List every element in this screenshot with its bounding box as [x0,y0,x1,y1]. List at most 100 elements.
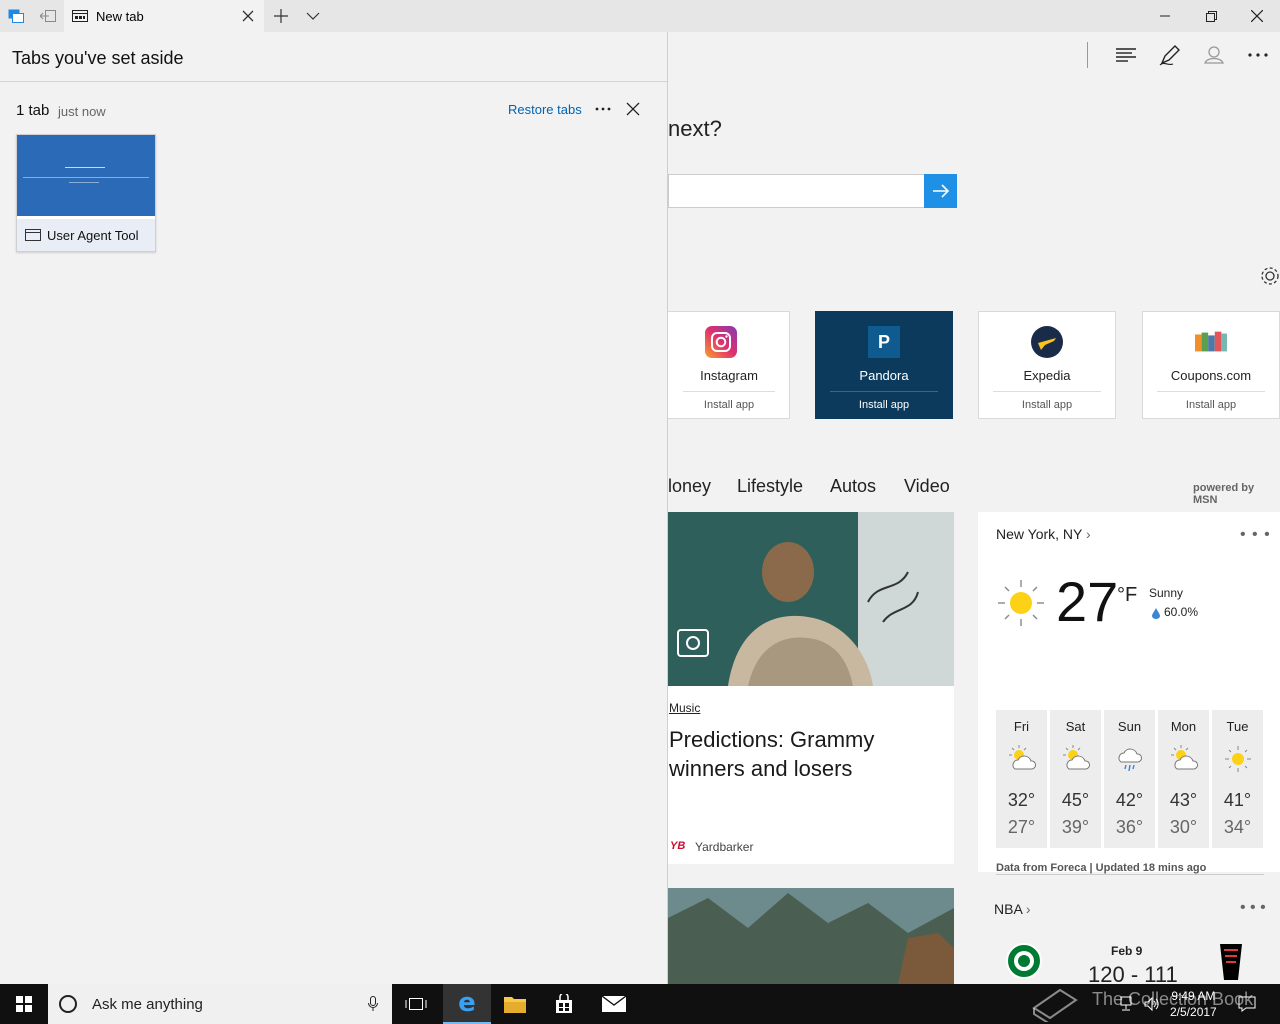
rain-icon [1115,744,1145,774]
taskbar: Ask me anything e The Collection Book 9:… [0,984,1280,1024]
install-app-link[interactable]: Install app [816,399,952,411]
nba-link[interactable]: NBA › [994,901,1031,917]
install-app-link[interactable]: Install app [1143,399,1279,411]
mail-icon[interactable] [590,984,638,1024]
divider [1157,391,1265,392]
day-name: Sun [1117,719,1142,734]
tab-thumbnail[interactable]: User Agent Tool [16,134,156,252]
close-window-icon[interactable] [1234,0,1280,32]
app-tile-instagram[interactable]: Instagram Install app [652,311,790,419]
tab-thumbnail-label: User Agent Tool [17,219,155,251]
divider [683,391,775,392]
news-headline[interactable]: Predictions: Grammy winners and losers [669,725,949,783]
edge-taskbar-icon[interactable]: e [443,984,491,1024]
partly-sunny-icon [1061,744,1091,774]
day-low: 27° [1007,817,1036,837]
weather-location-link[interactable]: New York, NY › [996,526,1091,542]
clock[interactable]: 9:49 AM 2/5/2017 [1170,988,1217,1020]
forecast-day: Tue 41° 34° [1212,710,1263,848]
title-bar: New tab [0,0,1280,32]
weather-unit: °F [1117,584,1138,606]
microphone-icon[interactable] [368,996,378,1012]
close-icon[interactable] [626,102,642,118]
app-tile-expedia[interactable]: Expedia Install app [978,311,1116,419]
hub-icon[interactable] [1113,42,1139,68]
clock-time: 9:49 AM [1171,989,1216,1003]
divider [996,874,1264,875]
day-name: Mon [1170,719,1197,734]
install-app-link[interactable]: Install app [979,399,1115,411]
restore-window-icon[interactable] [1188,0,1234,32]
forecast-day: Sun 42° 36° [1104,710,1155,848]
partly-sunny-icon [1007,744,1037,774]
sun-icon [996,578,1046,628]
tabs-aside-panel: Tabs you've set aside 1 tab just now Res… [0,32,668,984]
file-explorer-icon[interactable] [491,984,539,1024]
tab-title: New tab [96,8,144,24]
divider [993,391,1101,392]
more-options-icon[interactable] [594,98,612,120]
store-icon[interactable] [540,984,588,1024]
day-low: 39° [1061,817,1090,837]
app-name: Instagram [700,368,758,383]
clock-date: 2/5/2017 [1170,1005,1217,1019]
category-lifestyle[interactable]: Lifestyle [737,476,803,497]
chevron-down-icon[interactable] [300,0,326,32]
news-image [668,512,954,686]
close-icon[interactable] [240,8,256,24]
tab-page-icon [72,10,88,22]
set-tabs-aside-icon[interactable] [32,0,64,32]
day-high: 32° [1007,790,1036,810]
day-high: 45° [1061,790,1090,810]
powered-by-label: powered by MSN [1193,482,1255,506]
cortana-placeholder: Ask me anything [92,995,203,1013]
news-category-link[interactable]: Music [669,701,700,715]
cortana-circle-icon [58,994,78,1014]
search-heading: next? [668,116,722,141]
day-high: 42° [1115,790,1144,810]
toolbar-separator [1087,42,1088,68]
search-go-button[interactable] [924,174,957,208]
system-tray[interactable] [1120,996,1160,1017]
new-tab-plus-icon[interactable] [268,0,294,32]
search-input[interactable] [668,174,924,208]
app-tile-coupons[interactable]: Coupons.com Install app [1142,311,1280,419]
weather-more-icon[interactable]: • • • [1240,526,1271,544]
divider [830,391,938,392]
sun-icon [1223,744,1253,774]
yardbarker-logo: YB [670,840,686,852]
web-note-pen-icon[interactable] [1157,42,1183,68]
coupons-icon [1195,326,1227,358]
tab-page-icon [25,229,41,241]
category-autos[interactable]: Autos [830,476,876,497]
weather-temp: 27 [1056,570,1119,633]
tabs-aside-icon[interactable] [0,0,32,32]
cortana-search-box[interactable]: Ask me anything [48,984,392,1024]
restore-tabs-link[interactable]: Restore tabs [508,102,582,117]
day-name: Tue [1226,719,1249,734]
category-video[interactable]: Video [904,476,950,497]
news-card[interactable]: Music Predictions: Grammy winners and lo… [668,512,954,864]
windows-start-icon[interactable] [0,984,48,1024]
tab-new-tab[interactable]: New tab [64,0,264,32]
category-money[interactable]: loney [668,476,711,497]
task-view-icon[interactable] [392,984,440,1024]
install-app-link[interactable]: Install app [669,399,789,411]
partly-sunny-icon [1169,744,1199,774]
forecast-day: Mon 43° 30° [1158,710,1209,848]
app-tile-pandora[interactable]: P Pandora Install app [815,311,953,419]
day-low: 36° [1115,817,1144,837]
action-center-icon[interactable] [1238,996,1256,1017]
more-actions-icon[interactable] [1245,42,1271,68]
app-name: Expedia [1023,368,1071,383]
news-card-image-2[interactable] [668,888,954,984]
nba-more-icon[interactable]: • • • [1240,899,1266,917]
weather-condition: Sunny [1149,586,1184,600]
minimize-icon[interactable] [1142,0,1188,32]
share-icon[interactable] [1201,42,1227,68]
network-icon[interactable] [1120,996,1136,1017]
day-low: 30° [1169,817,1198,837]
gear-icon[interactable] [1259,265,1280,287]
volume-icon[interactable] [1144,996,1160,1017]
day-low: 34° [1223,817,1252,837]
